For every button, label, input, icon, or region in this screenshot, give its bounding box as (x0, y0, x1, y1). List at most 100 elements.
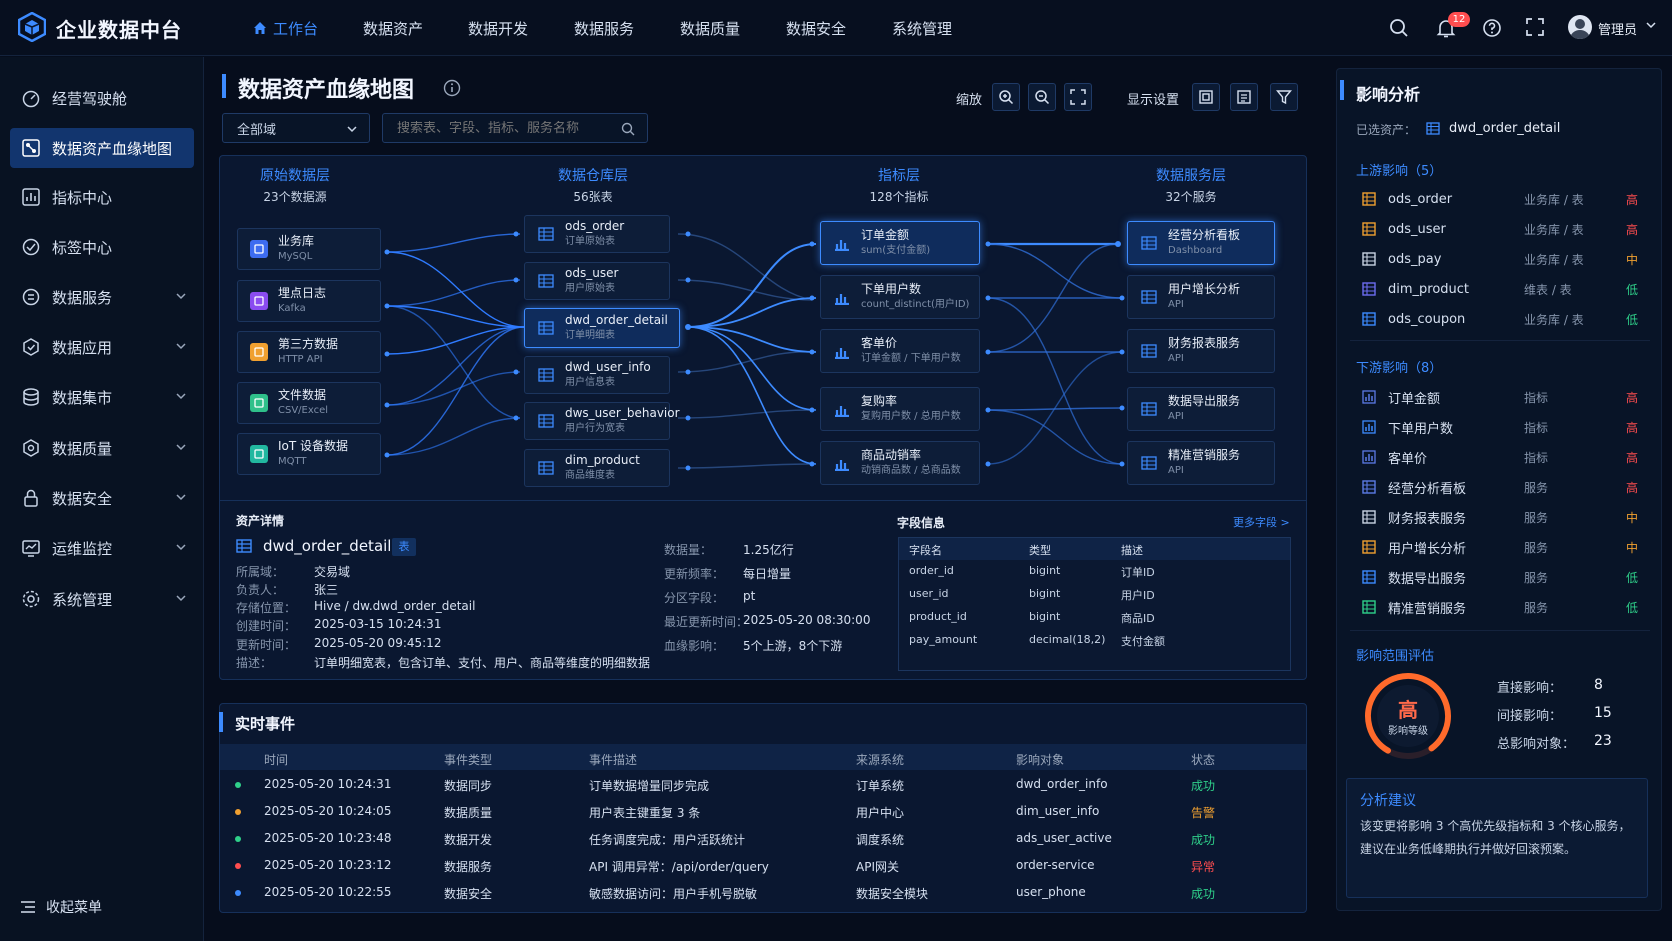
downstream-item[interactable]: 财务报表服务 服务 中 (1362, 502, 1642, 532)
upstream-item[interactable]: dim_product 维表 / 表 低 (1362, 274, 1642, 304)
nav-data-quality[interactable]: 数据质量 (680, 0, 740, 56)
sidebar-item-8[interactable]: 数据质量 (10, 428, 194, 468)
downstream-item[interactable]: 数据导出服务 服务 低 (1362, 562, 1642, 592)
lineage-node[interactable]: 客单价 订单金额 / 下单用户数 (820, 329, 980, 373)
node-subtitle: 用户行为宽表 (565, 423, 625, 434)
sidebar-item-5[interactable]: 数据服务 (10, 277, 194, 317)
chevron-down-icon[interactable] (1646, 20, 1656, 30)
user-name[interactable]: 管理员 (1598, 19, 1637, 38)
node-subtitle: MySQL (278, 251, 313, 262)
node-subtitle: 用户信息表 (565, 377, 615, 388)
lineage-node[interactable]: 下单用户数 count_distinct(用户ID) (820, 275, 980, 319)
impact-item-type: 服务 (1524, 540, 1549, 555)
nav-system-admin[interactable]: 系统管理 (892, 0, 952, 56)
event-cell[interactable]: dwd_order_info (1016, 777, 1108, 791)
lineage-node[interactable]: 用户增长分析 API (1127, 275, 1275, 319)
nav-data-assets[interactable]: 数据资产 (363, 0, 423, 56)
upstream-item[interactable]: ods_order 业务库 / 表 高 (1362, 184, 1642, 214)
lineage-node[interactable]: 订单金额 sum(支付金额) (820, 221, 980, 265)
upstream-item[interactable]: ods_user 业务库 / 表 高 (1362, 214, 1642, 244)
field-row: product_id bigint 商品ID (899, 606, 1290, 629)
sidebar-item-7[interactable]: 数据集市 (10, 377, 194, 417)
search-input[interactable] (382, 113, 648, 143)
zoom-out-button[interactable] (1028, 83, 1056, 111)
lineage-node[interactable]: 文件数据 CSV/Excel (237, 382, 381, 424)
event-cell[interactable]: user_phone (1016, 885, 1086, 899)
filter-button[interactable] (1270, 83, 1298, 111)
events-column-header: 来源系统 (856, 753, 905, 767)
downstream-item[interactable]: 用户增长分析 服务 中 (1362, 532, 1642, 562)
lineage-node[interactable]: 财务报表服务 API (1127, 329, 1275, 373)
layout-button[interactable] (1192, 83, 1220, 111)
lineage-node[interactable]: 数据导出服务 API (1127, 387, 1275, 431)
info-icon[interactable] (443, 79, 461, 97)
lineage-node[interactable]: dwd_user_info 用户信息表 (524, 356, 670, 394)
lineage-node[interactable]: 精准营销服务 API (1127, 441, 1275, 485)
service-icon (20, 286, 42, 308)
detail-value: Hive / dw.dwd_order_detail (314, 599, 476, 613)
collapse-menu-button[interactable]: 收起菜单 (20, 897, 102, 917)
fit-screen-button[interactable] (1064, 83, 1092, 111)
lineage-node[interactable]: ods_user 用户原始表 (524, 262, 670, 300)
sidebar-item-9[interactable]: 数据安全 (10, 478, 194, 518)
nav-data-service[interactable]: 数据服务 (574, 0, 634, 56)
layout-icon (1199, 90, 1213, 104)
nav-workbench[interactable]: 工作台 (252, 0, 318, 56)
list-view-button[interactable] (1230, 83, 1258, 111)
upstream-item[interactable]: ods_pay 业务库 / 表 中 (1362, 244, 1642, 274)
bar-chart-icon (833, 342, 851, 360)
sidebar-item-4[interactable]: 标签中心 (10, 227, 194, 267)
table-icon (537, 412, 555, 430)
lineage-node[interactable]: dwd_order_detail 订单明细表 (524, 308, 680, 348)
gear-icon (20, 588, 42, 610)
sidebar-item-2[interactable]: 数据资产血缘地图 (10, 128, 194, 168)
impact-item-type: 维表 / 表 (1524, 282, 1572, 297)
monitor-icon (20, 537, 42, 559)
zoom-in-button[interactable] (992, 83, 1020, 111)
sidebar-item-label: 数据资产血缘地图 (52, 139, 173, 158)
sidebar-item-6[interactable]: 数据应用 (10, 327, 194, 367)
more-fields-link[interactable]: 更多字段 > (1233, 514, 1290, 530)
fullscreen-icon[interactable] (1526, 18, 1544, 36)
lineage-node[interactable]: ods_order 订单原始表 (524, 215, 670, 253)
search-icon[interactable] (1389, 18, 1409, 38)
field-cell: 用户ID (1121, 589, 1155, 602)
lineage-node[interactable]: IoT 设备数据 MQTT (237, 433, 381, 475)
downstream-item[interactable]: 客单价 指标 高 (1362, 442, 1642, 472)
impact-level: 高 (1625, 420, 1638, 435)
nav-data-security[interactable]: 数据安全 (786, 0, 846, 56)
downstream-item[interactable]: 精准营销服务 服务 低 (1362, 592, 1642, 622)
downstream-item[interactable]: 订单金额 指标 高 (1362, 382, 1642, 412)
sidebar-item-3[interactable]: 指标中心 (10, 177, 194, 217)
field-info-title: 字段信息 (897, 516, 946, 530)
lineage-node[interactable]: 业务库 MySQL (237, 228, 381, 270)
tag-icon (20, 236, 42, 258)
domain-select[interactable]: 全部域 (222, 113, 370, 143)
table-icon (1362, 540, 1376, 554)
sidebar-item-1[interactable]: 经营驾驶舱 (10, 78, 194, 118)
lineage-node[interactable]: 埋点日志 Kafka (237, 280, 381, 322)
field-cell: product_id (909, 610, 967, 623)
lineage-node[interactable]: dim_product 商品维度表 (524, 449, 670, 487)
sidebar-item-10[interactable]: 运维监控 (10, 528, 194, 568)
field-cell: 支付金额 (1121, 635, 1165, 648)
sidebar-item-11[interactable]: 系统管理 (10, 579, 194, 619)
lineage-node[interactable]: 商品动销率 动销商品数 / 总商品数 (820, 441, 980, 485)
event-cell[interactable]: ads_user_active (1016, 831, 1112, 845)
field-row: pay_amount decimal(18,2) 支付金额 (899, 629, 1290, 652)
upstream-item[interactable]: ods_coupon 业务库 / 表 低 (1362, 304, 1642, 334)
lineage-node[interactable]: 复购率 复购用户数 / 总用户数 (820, 387, 980, 431)
help-icon[interactable] (1482, 18, 1502, 38)
avatar[interactable] (1568, 15, 1592, 39)
search-field[interactable] (397, 120, 617, 136)
downstream-item[interactable]: 经营分析看板 服务 高 (1362, 472, 1642, 502)
collapse-label: 收起菜单 (46, 900, 102, 916)
event-cell[interactable]: dim_user_info (1016, 804, 1099, 818)
nav-data-dev[interactable]: 数据开发 (468, 0, 528, 56)
lineage-node[interactable]: dws_user_behavior 用户行为宽表 (524, 402, 680, 440)
event-cell[interactable]: order-service (1016, 858, 1095, 872)
downstream-item[interactable]: 下单用户数 指标 高 (1362, 412, 1642, 442)
lineage-node[interactable]: 第三方数据 HTTP API (237, 331, 381, 373)
lineage-node[interactable]: 经营分析看板 Dashboard (1127, 221, 1275, 265)
impact-level: 低 (1625, 600, 1638, 615)
